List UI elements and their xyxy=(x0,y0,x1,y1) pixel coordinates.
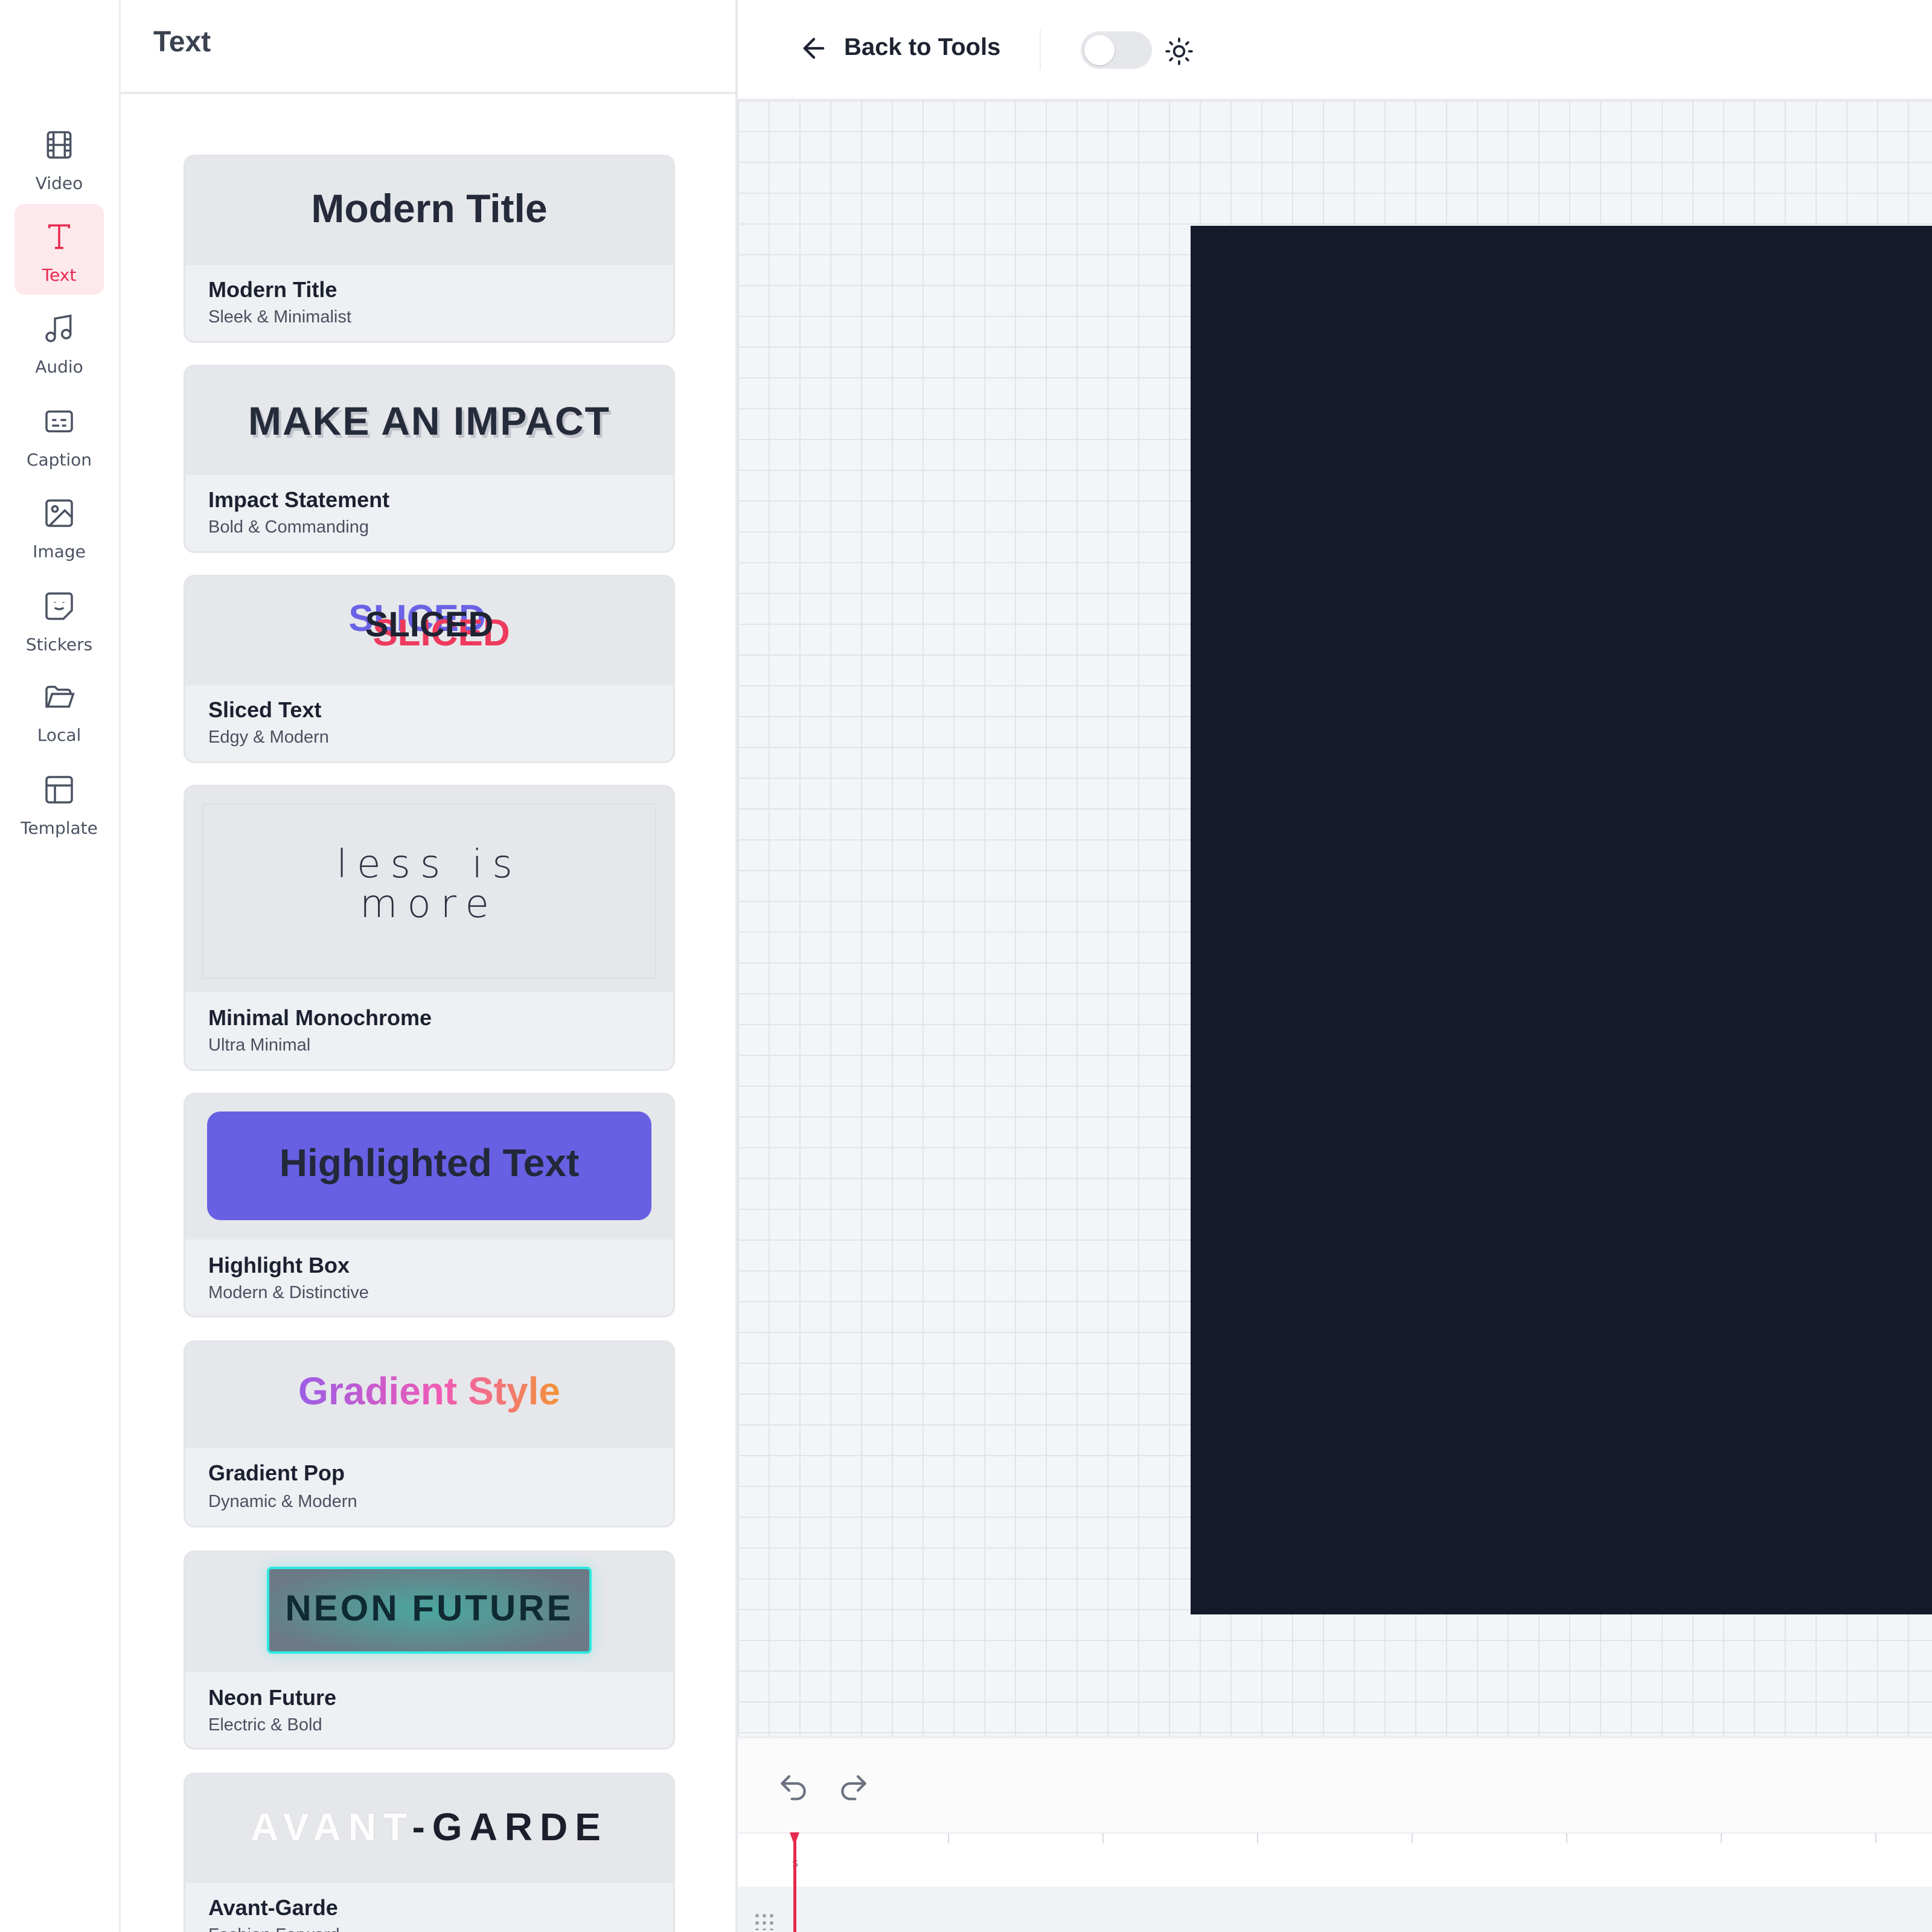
card-name: Highlight Box xyxy=(208,1253,350,1278)
text-panel: Text Modern Title Modern Title Sleek & M… xyxy=(121,0,738,1932)
folder-icon xyxy=(45,685,75,708)
rail-label: Video xyxy=(35,173,83,193)
caption-icon xyxy=(45,410,73,433)
sun-icon xyxy=(1165,37,1193,65)
card-subtitle: Modern & Distinctive xyxy=(208,1283,369,1302)
ruler-tick xyxy=(1257,1834,1258,1843)
theme-toggle[interactable] xyxy=(1081,31,1152,69)
highlight-box: Highlighted Text xyxy=(207,1112,651,1220)
preview-text: Highlighted Text xyxy=(279,1141,580,1185)
ruler-tick xyxy=(1102,1834,1104,1843)
rail-label: Caption xyxy=(26,450,92,470)
card-name: Neon Future xyxy=(208,1685,336,1710)
panel-header: Text xyxy=(121,0,735,94)
undo-icon[interactable] xyxy=(776,1771,810,1805)
card-name: Modern Title xyxy=(208,277,337,302)
card-subtitle: Ultra Minimal xyxy=(208,1035,311,1055)
text-style-card-neon-future[interactable]: NEON FUTURE Neon Future Electric & Bold xyxy=(184,1550,675,1750)
card-preview: less is more xyxy=(185,787,673,992)
text-style-card-modern-title[interactable]: Modern Title Modern Title Sleek & Minima… xyxy=(184,155,675,343)
text-style-card-impact-statement[interactable]: MAKE AN IMPACT Impact Statement Bold & C… xyxy=(184,365,675,553)
preview-ghost-text: AVANT xyxy=(251,1805,412,1849)
music-icon xyxy=(45,314,72,342)
timeline: s xyxy=(738,1736,1932,1932)
card-preview: SLICED SLICED SLICED xyxy=(185,577,673,685)
image-icon xyxy=(45,499,73,527)
preview-text: SLICED xyxy=(365,605,494,644)
rail-label: Template xyxy=(21,818,98,838)
panel-title: Text xyxy=(153,26,211,58)
drag-handle-icon[interactable] xyxy=(753,1912,775,1930)
preview-text: NEON FUTURE xyxy=(285,1588,574,1628)
text-style-card-highlight-box[interactable]: Highlighted Text Highlight Box Modern & … xyxy=(184,1093,675,1317)
card-preview: Highlighted Text xyxy=(185,1095,673,1239)
card-name: Impact Statement xyxy=(208,487,390,512)
text-icon xyxy=(48,224,71,249)
rail-label: Local xyxy=(37,725,82,745)
rail-item-video[interactable]: Video xyxy=(14,112,104,203)
playhead[interactable] xyxy=(793,1835,796,1932)
preview-main-text: -GARDE xyxy=(412,1805,608,1849)
card-subtitle: Edgy & Modern xyxy=(208,728,329,747)
rail-item-audio[interactable]: Audio xyxy=(14,296,104,386)
card-subtitle: Dynamic & Modern xyxy=(208,1492,357,1511)
rail-item-template[interactable]: Template xyxy=(14,757,104,848)
preview-text: AVANT-GARDE xyxy=(185,1805,673,1849)
card-subtitle: Bold & Commanding xyxy=(208,517,369,537)
rail-label: Image xyxy=(33,542,86,561)
arrow-left-icon xyxy=(803,37,825,59)
card-preview: MAKE AN IMPACT xyxy=(185,366,673,475)
card-subtitle: Fashion Forward xyxy=(208,1925,340,1932)
preview-text: Gradient Style xyxy=(185,1369,673,1413)
rail-item-image[interactable]: Image xyxy=(14,481,104,571)
card-preview: NEON FUTURE xyxy=(185,1552,673,1672)
gradient-text: Gradient Style xyxy=(298,1369,560,1413)
rail-item-stickers[interactable]: Stickers xyxy=(14,574,104,664)
ruler-tick xyxy=(1721,1834,1722,1843)
preview-text: less is more xyxy=(336,842,522,927)
video-canvas[interactable] xyxy=(1191,226,1932,1614)
card-subtitle: Sleek & Minimalist xyxy=(208,307,351,327)
timeline-track[interactable] xyxy=(738,1887,1932,1932)
top-bar: Back to Tools xyxy=(738,0,1932,100)
rail-label: Audio xyxy=(35,357,83,377)
preview-text: Modern Title xyxy=(311,186,548,231)
rail-label: Text xyxy=(42,265,77,285)
redo-icon[interactable] xyxy=(837,1771,871,1805)
card-subtitle: Electric & Bold xyxy=(208,1715,322,1735)
divider xyxy=(1040,30,1041,70)
tool-rail: Video Text Audio Caption Image Stickers … xyxy=(0,0,121,1932)
card-name: Avant-Garde xyxy=(208,1895,338,1920)
ruler-tick xyxy=(1875,1834,1876,1843)
film-icon xyxy=(46,131,72,159)
timeline-ruler[interactable]: s xyxy=(738,1832,1932,1887)
ruler-tick xyxy=(948,1834,949,1843)
canvas-area[interactable] xyxy=(738,100,1932,1736)
toggle-knob xyxy=(1084,35,1115,65)
card-preview: Gradient Style xyxy=(185,1342,673,1448)
rail-item-text[interactable]: Text xyxy=(14,204,104,295)
preview-text: MAKE AN IMPACT xyxy=(248,398,610,443)
rail-item-local[interactable]: Local xyxy=(14,664,104,755)
text-style-card-avant-garde[interactable]: AVANT-GARDE Avant-Garde Fashion Forward xyxy=(184,1773,675,1932)
text-style-card-sliced-text[interactable]: SLICED SLICED SLICED Sliced Text Edgy & … xyxy=(184,575,675,763)
ruler-tick xyxy=(1412,1834,1413,1843)
ruler-tick xyxy=(1566,1834,1567,1843)
card-preview: Modern Title xyxy=(185,156,673,265)
back-to-tools-label: Back to Tools xyxy=(844,34,1001,60)
card-name: Sliced Text xyxy=(208,697,322,722)
text-style-card-minimal-monochrome[interactable]: less is more Minimal Monochrome Ultra Mi… xyxy=(184,785,675,1071)
card-name: Minimal Monochrome xyxy=(208,1005,432,1030)
rail-label: Stickers xyxy=(25,635,93,654)
template-icon xyxy=(45,776,73,804)
sticker-icon xyxy=(45,592,73,620)
card-name: Gradient Pop xyxy=(208,1460,345,1485)
card-preview: AVANT-GARDE xyxy=(185,1774,673,1883)
rail-item-caption[interactable]: Caption xyxy=(14,389,104,479)
text-style-card-gradient-pop[interactable]: Gradient Style Gradient Pop Dynamic & Mo… xyxy=(184,1340,675,1527)
